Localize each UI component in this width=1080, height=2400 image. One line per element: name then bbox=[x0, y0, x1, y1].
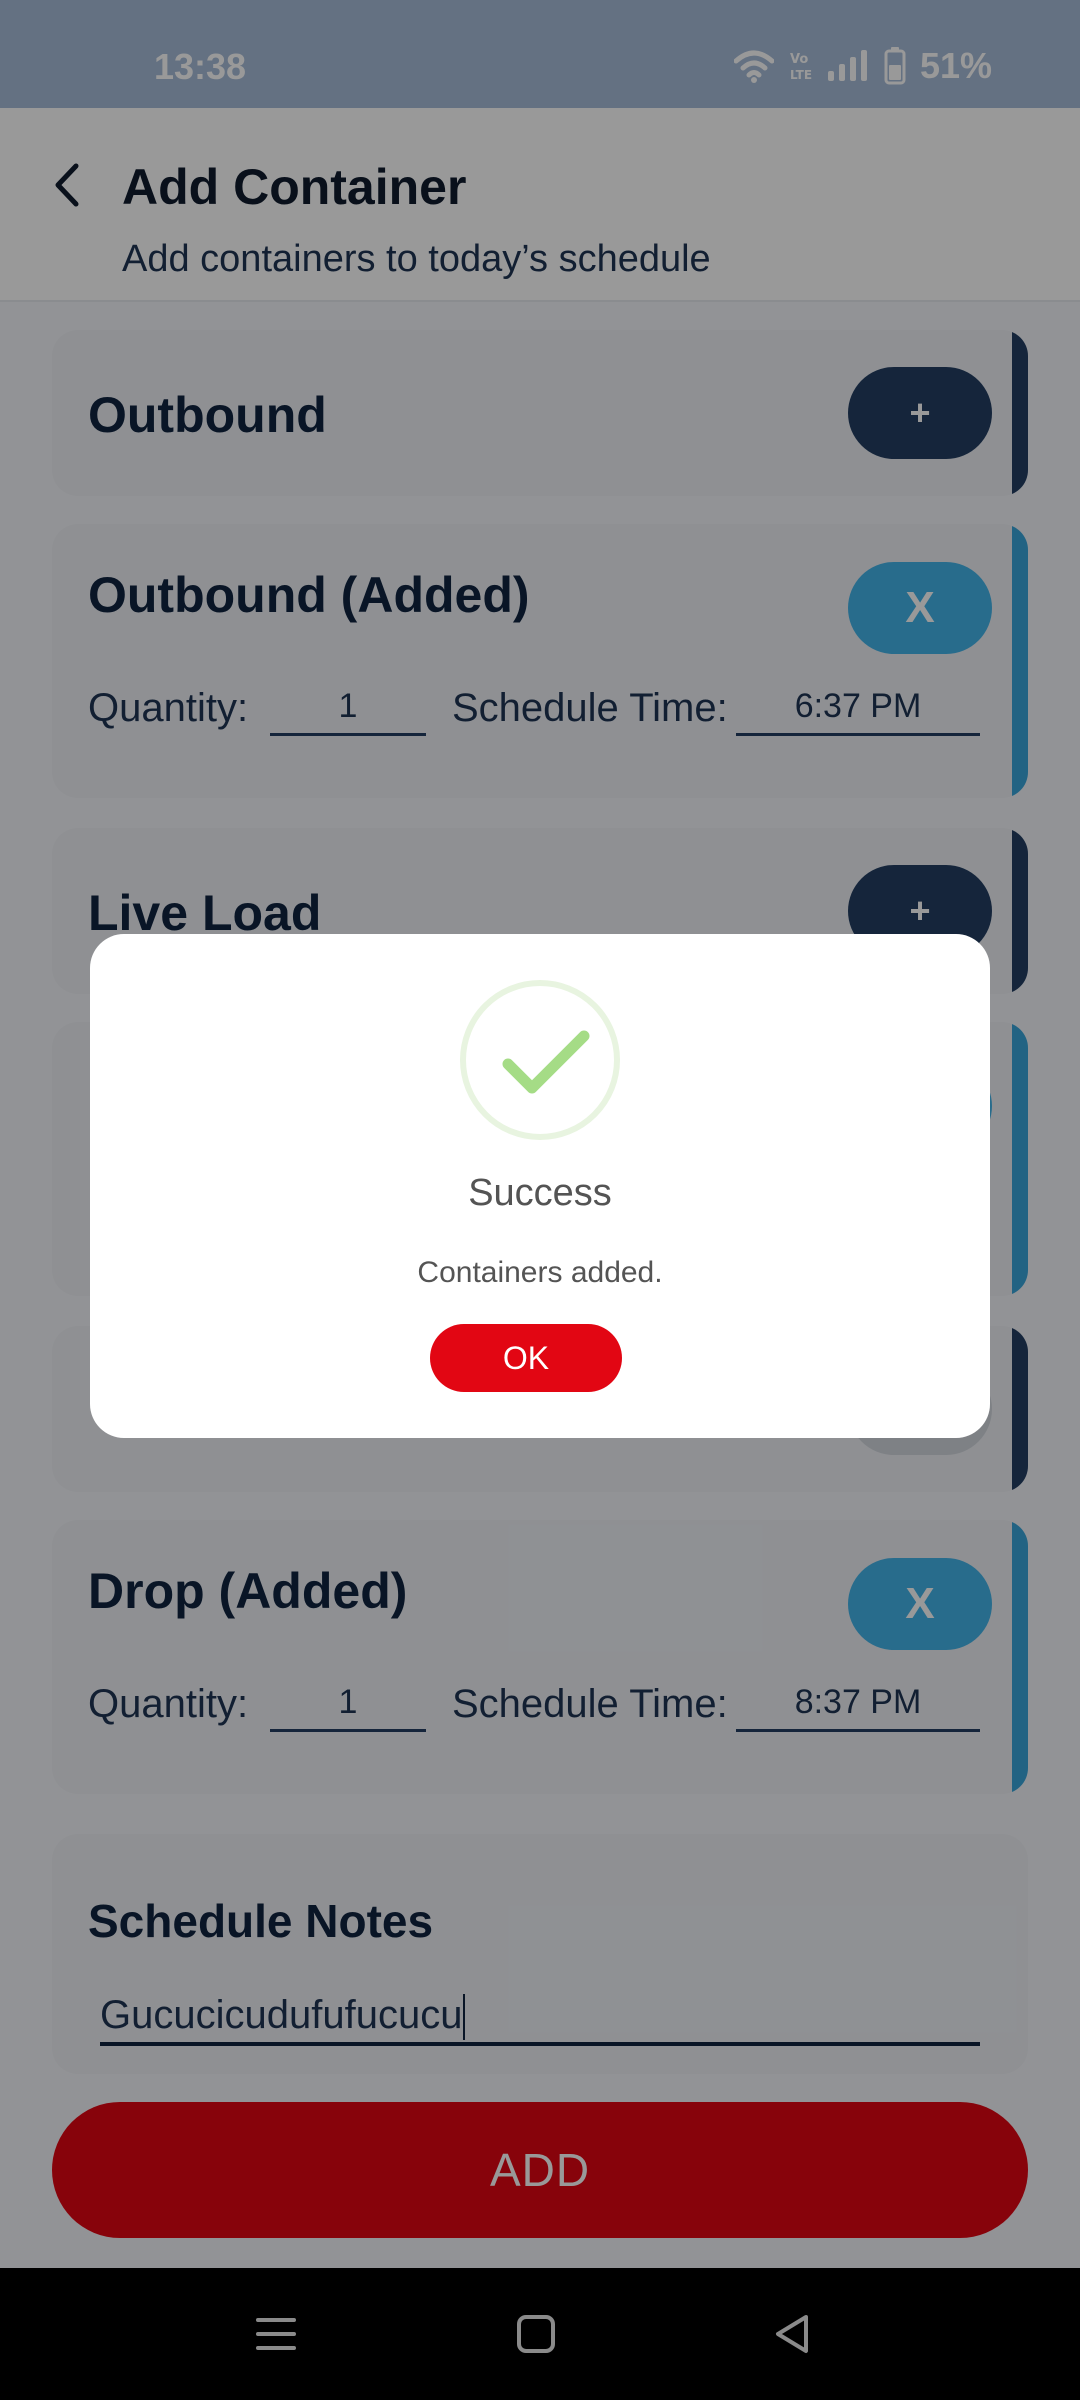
app-screen: 13:38 Vo LTE 51% Add Container Add conta… bbox=[0, 0, 1080, 2400]
home-icon[interactable] bbox=[516, 2312, 556, 2356]
ok-button[interactable]: OK bbox=[430, 1324, 622, 1392]
system-nav-bar bbox=[0, 2268, 1080, 2400]
menu-icon[interactable] bbox=[256, 2312, 296, 2356]
back-icon[interactable] bbox=[772, 2312, 812, 2356]
success-check-icon bbox=[460, 980, 620, 1140]
success-dialog: Success Containers added. OK bbox=[90, 934, 990, 1438]
dialog-message: Containers added. bbox=[417, 1256, 663, 1289]
dialog-title: Success bbox=[468, 1172, 612, 1214]
